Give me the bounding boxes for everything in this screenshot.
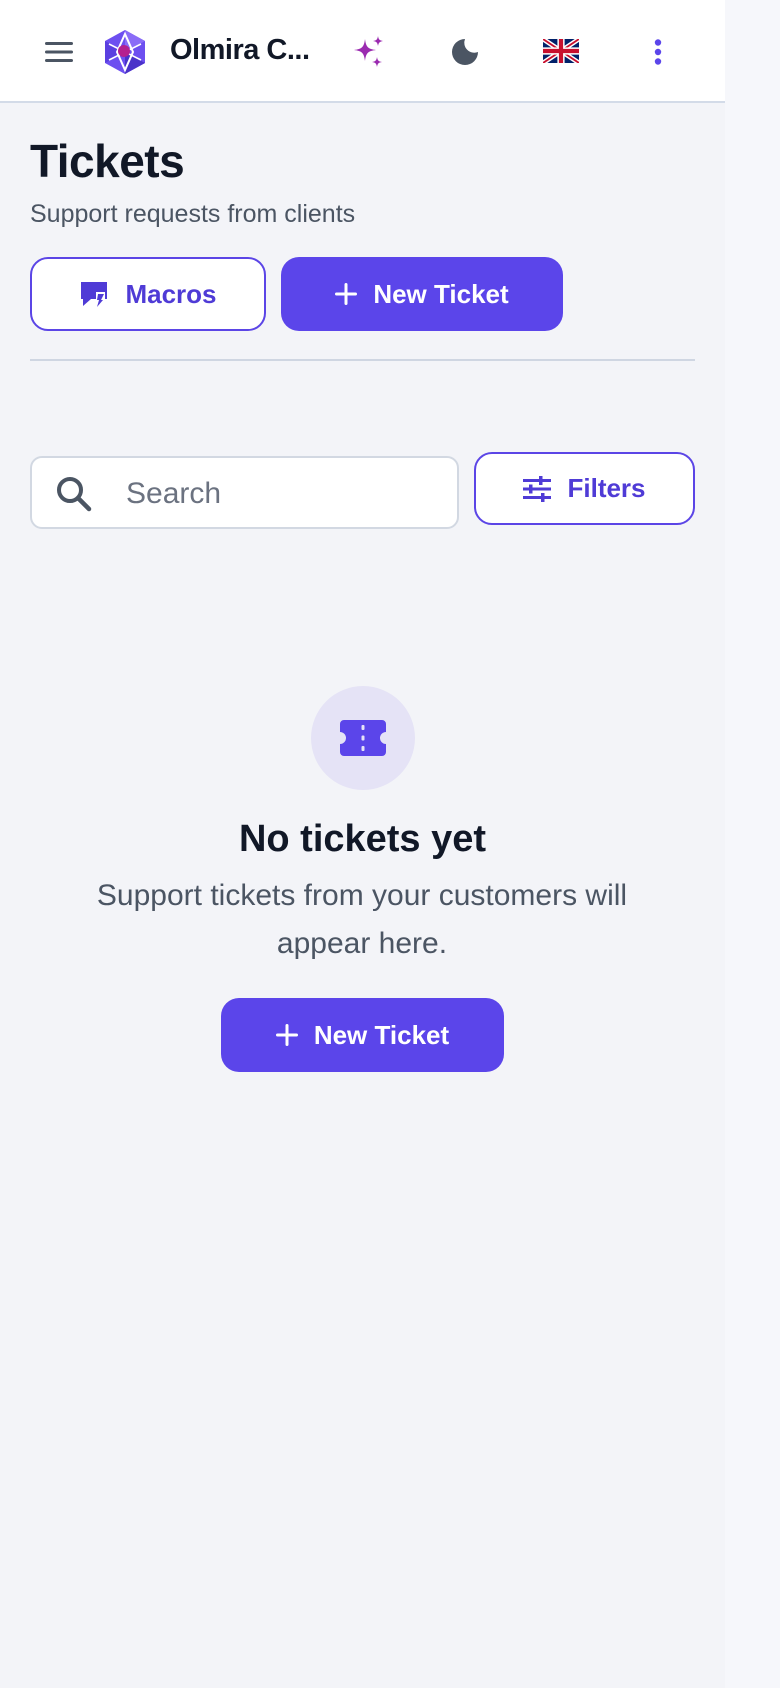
- search-input[interactable]: [126, 466, 446, 521]
- language-selector[interactable]: [540, 36, 582, 66]
- top-app-bar: Olmira C...: [0, 0, 725, 103]
- macros-chat-icon: [79, 280, 109, 308]
- app-logo[interactable]: [102, 28, 148, 76]
- macros-button-label: Macros: [125, 278, 217, 309]
- macros-button[interactable]: Macros: [30, 257, 266, 331]
- menu-button[interactable]: [38, 32, 80, 72]
- empty-state-new-ticket-button[interactable]: New Ticket: [221, 998, 504, 1072]
- section-divider: [30, 359, 695, 361]
- plus-icon: [335, 283, 358, 305]
- kebab-menu-icon: [654, 39, 662, 65]
- sparkle-icon: [354, 36, 383, 67]
- more-options-button[interactable]: [640, 32, 676, 72]
- ticket-icon: [340, 720, 386, 756]
- search-field[interactable]: [30, 456, 459, 529]
- search-icon: [54, 474, 94, 514]
- hamburger-menu-icon: [45, 42, 73, 62]
- tune-filter-icon: [523, 475, 552, 502]
- ai-assistant-button[interactable]: [348, 32, 390, 72]
- new-ticket-button-label: New Ticket: [373, 278, 509, 309]
- theme-toggle-button[interactable]: [444, 32, 486, 72]
- tickets-page: Olmira C... Tickets Support requests fro…: [0, 0, 725, 1688]
- plus-icon: [275, 1024, 298, 1046]
- filters-button[interactable]: Filters: [474, 452, 695, 525]
- viewport-gutter: [725, 0, 780, 1688]
- empty-state-description: Support tickets from your customers will…: [96, 879, 628, 960]
- moon-icon: [452, 39, 478, 65]
- empty-state-icon-badge: [311, 686, 415, 790]
- page-title: Tickets: [30, 135, 185, 187]
- hexagon-logo-icon: [105, 30, 145, 74]
- empty-state-title: No tickets yet: [238, 818, 487, 860]
- new-ticket-button[interactable]: New Ticket: [281, 257, 563, 331]
- page-subtitle: Support requests from clients: [30, 200, 356, 228]
- app-title: Olmira C...: [170, 34, 310, 66]
- uk-flag-icon: [543, 39, 579, 63]
- filters-button-label: Filters: [567, 473, 646, 503]
- empty-state-new-ticket-label: New Ticket: [313, 1019, 450, 1050]
